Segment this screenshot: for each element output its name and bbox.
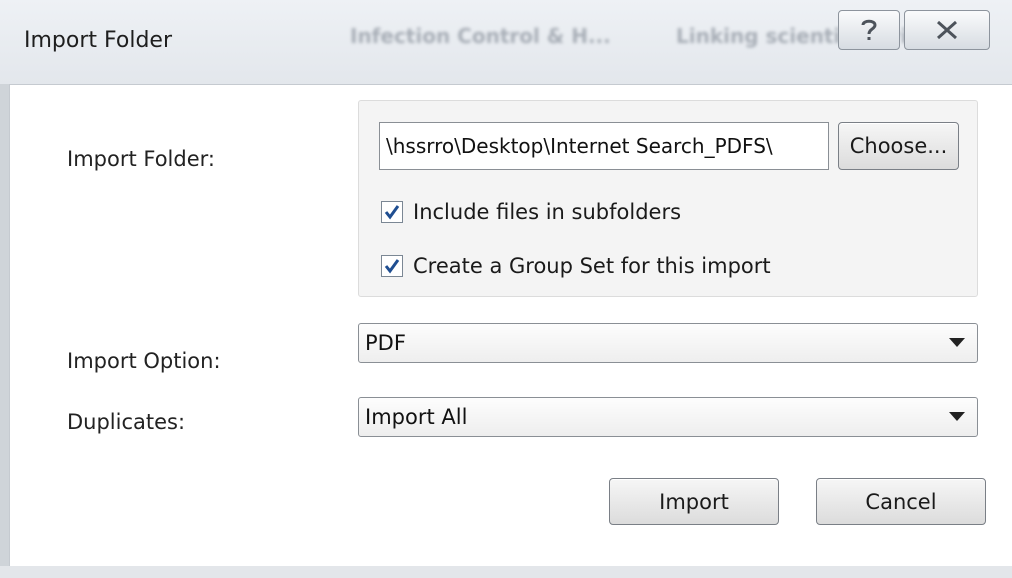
create-group-set-option[interactable]: Create a Group Set for this import [381, 254, 771, 278]
checkmark-icon [384, 259, 400, 274]
import-button[interactable]: Import [609, 478, 779, 525]
include-subfolders-label: Include files in subfolders [413, 200, 682, 224]
close-button[interactable] [904, 10, 990, 50]
cancel-button[interactable]: Cancel [816, 478, 986, 525]
dialog-title: Import Folder [24, 28, 172, 53]
close-icon [937, 20, 957, 40]
create-group-set-label: Create a Group Set for this import [413, 254, 771, 278]
window-border [0, 84, 9, 578]
import-option-select[interactable]: PDF [358, 323, 978, 363]
question-mark-icon [861, 19, 877, 40]
dropdown-arrow-icon [949, 338, 965, 347]
title-bar: Infection Control & H... Linking scienti… [0, 0, 1012, 84]
import-option-label: Import Option: [67, 349, 221, 373]
duplicates-value: Import All [365, 405, 468, 429]
checkmark-icon [384, 205, 400, 220]
duplicates-label: Duplicates: [67, 410, 186, 434]
duplicates-select[interactable]: Import All [358, 397, 978, 437]
help-button[interactable] [838, 10, 900, 50]
choose-button[interactable]: Choose... [838, 122, 959, 170]
create-group-set-checkbox[interactable] [381, 255, 403, 277]
dropdown-arrow-icon [949, 412, 965, 421]
import-folder-label: Import Folder: [67, 147, 215, 171]
window-border [0, 566, 1012, 578]
include-subfolders-checkbox[interactable] [381, 201, 403, 223]
folder-path-input[interactable] [379, 122, 829, 170]
include-subfolders-option[interactable]: Include files in subfolders [381, 200, 681, 224]
background-window-text: Infection Control & H... [350, 24, 611, 48]
import-option-value: PDF [365, 331, 406, 355]
